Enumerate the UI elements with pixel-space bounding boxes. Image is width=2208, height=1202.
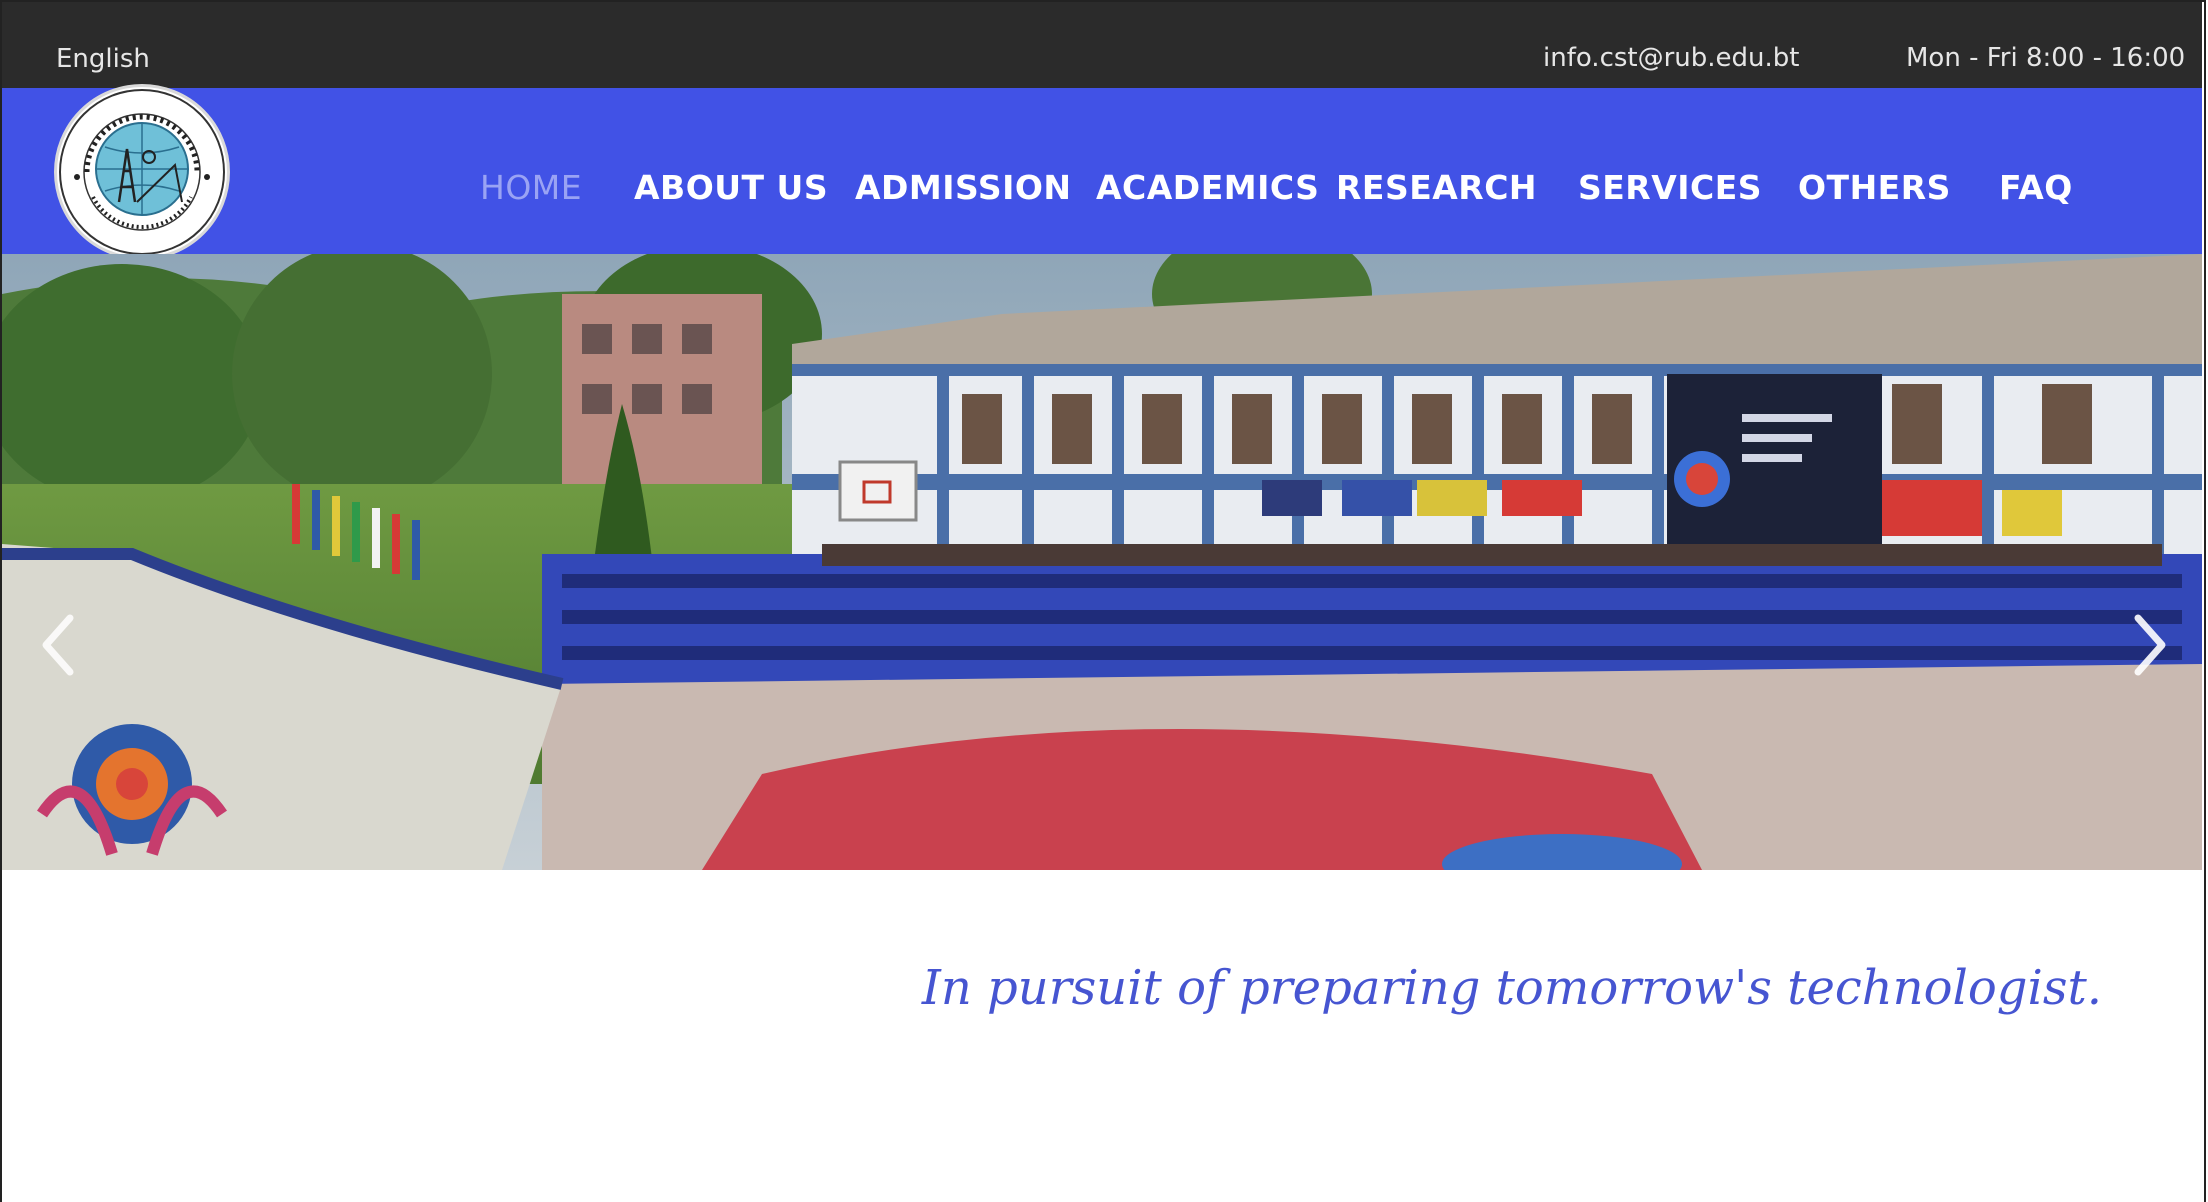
carousel-next-chevron-right-icon[interactable] (2130, 610, 2170, 680)
tagline: In pursuit of preparing tomorrow's techn… (921, 960, 2102, 1016)
nav-others[interactable]: OTHERS (1798, 168, 1951, 207)
hero-carousel-image (2, 254, 2202, 870)
nav-research[interactable]: RESEARCH (1336, 168, 1537, 207)
college-seal-icon (59, 89, 225, 255)
nav-about-us[interactable]: ABOUT US (634, 168, 828, 207)
nav-admission[interactable]: ADMISSION (855, 168, 1072, 207)
college-logo[interactable] (54, 84, 230, 260)
nav-academics[interactable]: ACADEMICS (1096, 168, 1319, 207)
language-selector[interactable]: English (56, 44, 150, 74)
top-info-bar: English info.cst@rub.edu.bt Mon - Fri 8:… (0, 0, 2202, 88)
nav-services[interactable]: SERVICES (1578, 168, 1762, 207)
office-hours: Mon - Fri 8:00 - 16:00 (1906, 43, 2186, 73)
campus-photo (2, 254, 2202, 870)
nav-home[interactable]: HOME (480, 168, 582, 207)
nav-faq[interactable]: FAQ (1999, 168, 2073, 207)
carousel-prev-chevron-left-icon[interactable] (38, 610, 78, 680)
contact-email[interactable]: info.cst@rub.edu.bt (1543, 43, 1799, 73)
